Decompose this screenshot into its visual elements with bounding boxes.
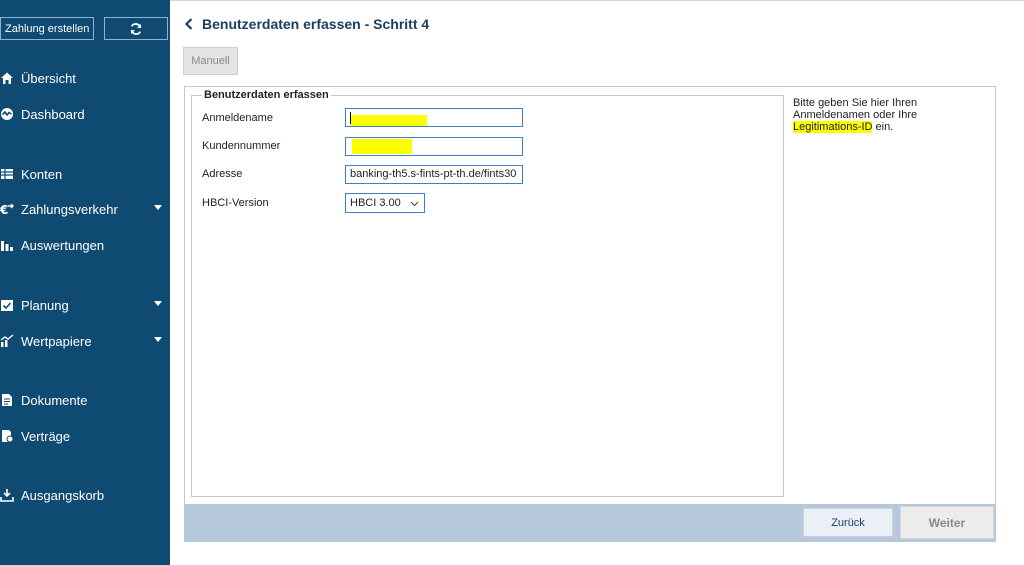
text-caret — [350, 112, 351, 124]
chevron-down-icon — [410, 201, 419, 207]
list-icon — [0, 167, 14, 181]
sidebar-item-dokumente[interactable]: Dokumente — [0, 388, 170, 412]
sidebar-item-planung[interactable]: Planung — [0, 293, 170, 317]
outbox-icon — [0, 488, 14, 502]
back-button[interactable]: Zurück — [803, 508, 893, 537]
caret-down-icon — [154, 205, 162, 210]
bar-chart-icon — [0, 238, 14, 252]
sidebar-item-label: Verträge — [21, 428, 71, 444]
kundennummer-label: Kundennummer — [202, 140, 281, 152]
sidebar-item-uebersicht[interactable]: Übersicht — [0, 66, 170, 90]
help-line-3: Legitimations-ID ein. — [793, 121, 943, 133]
sidebar-item-auswertungen[interactable]: Auswertungen — [0, 233, 170, 257]
adresse-label: Adresse — [202, 168, 243, 180]
anmeldename-label: Anmeldename — [202, 112, 273, 124]
stocks-icon — [0, 334, 14, 348]
caret-down-icon — [154, 337, 162, 342]
fieldset-legend: Benutzerdaten erfassen — [202, 89, 331, 101]
anmeldename-input[interactable] — [345, 108, 523, 127]
chevron-left-icon[interactable] — [184, 17, 194, 31]
caret-down-icon — [154, 301, 162, 306]
sidebar-item-ausgangskorb[interactable]: Ausgangskorb — [0, 483, 170, 507]
sidebar-item-label: Planung — [21, 297, 69, 313]
page-title: Benutzerdaten erfassen - Schritt 4 — [202, 16, 430, 32]
hbci-version-label: HBCI-Version — [202, 197, 269, 209]
sidebar: Zahlung erstellen Übersicht Dashboard Ko… — [0, 0, 170, 565]
sidebar-item-label: Dashboard — [21, 106, 85, 122]
hbci-version-select[interactable]: HBCI 3.00 — [345, 193, 425, 213]
help-line-2: Anmeldenamen oder Ihre — [793, 109, 918, 121]
highlight-marker — [352, 139, 412, 154]
help-line-1: Bitte geben Sie hier Ihren — [793, 97, 918, 109]
form-panel: Benutzerdaten erfassen Anmeldename Kunde… — [184, 86, 996, 505]
help-text: Bitte geben Sie hier Ihren Anmeldenamen … — [793, 97, 943, 133]
sidebar-item-konten[interactable]: Konten — [0, 162, 170, 186]
kundennummer-input[interactable] — [345, 137, 523, 156]
calendar-check-icon — [0, 298, 14, 312]
manual-button[interactable]: Manuell — [183, 47, 238, 75]
page-header: Benutzerdaten erfassen - Schritt 4 — [184, 16, 429, 32]
adresse-input[interactable]: banking-th5.s-fints-pt-th.de/fints30 — [345, 165, 523, 184]
sidebar-item-label: Auswertungen — [21, 237, 105, 253]
top-divider — [170, 0, 1024, 1]
transfer-icon: € — [0, 202, 14, 216]
next-button[interactable]: Weiter — [900, 506, 994, 539]
highlight-marker — [350, 115, 427, 126]
refresh-icon — [131, 22, 142, 35]
svg-text:€: € — [0, 203, 8, 216]
sidebar-item-zahlungsverkehr[interactable]: € Zahlungsverkehr — [0, 197, 170, 221]
hbci-version-value: HBCI 3.00 — [350, 197, 401, 209]
sidebar-top-actions: Zahlung erstellen — [0, 17, 169, 40]
home-icon — [0, 71, 14, 85]
document-icon — [0, 393, 14, 407]
sidebar-item-label: Wertpapiere — [21, 333, 92, 349]
sidebar-item-label: Übersicht — [21, 70, 76, 86]
sidebar-item-label: Konten — [21, 166, 63, 182]
help-suffix: ein. — [872, 121, 894, 133]
sidebar-item-dashboard[interactable]: Dashboard — [0, 102, 170, 126]
sidebar-item-label: Dokumente — [21, 392, 88, 408]
dashboard-icon — [0, 107, 14, 121]
user-data-fieldset: Benutzerdaten erfassen Anmeldename Kunde… — [191, 89, 784, 497]
sidebar-item-wertpapiere[interactable]: Wertpapiere — [0, 329, 170, 353]
sidebar-item-label: Zahlungsverkehr — [21, 201, 118, 217]
help-highlight: Legitimations-ID — [793, 121, 873, 133]
sidebar-item-vertraege[interactable]: Verträge — [0, 424, 170, 448]
adresse-value: banking-th5.s-fints-pt-th.de/fints30 — [350, 168, 517, 180]
create-payment-button[interactable]: Zahlung erstellen — [0, 17, 95, 40]
contract-icon — [0, 429, 14, 443]
refresh-button[interactable] — [104, 17, 169, 40]
sidebar-item-label: Ausgangskorb — [21, 487, 105, 503]
footer-bar: Zurück Weiter — [184, 504, 996, 542]
